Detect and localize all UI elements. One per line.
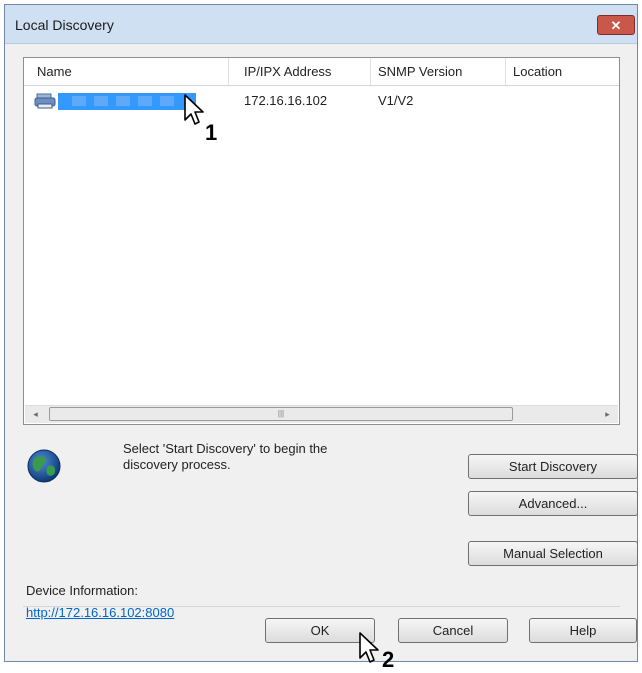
scroll-right-icon[interactable]: ▸ [599,406,616,423]
scroll-grip-icon: ||| [277,409,285,418]
manual-selection-button[interactable]: Manual Selection [468,541,638,566]
window-title: Local Discovery [15,17,114,33]
column-ip-address[interactable]: IP/IPX Address [237,58,371,85]
list-header: Name IP/IPX Address SNMP Version Locatio… [24,58,619,86]
column-snmp-version[interactable]: SNMP Version [371,58,506,85]
device-ip-address: 172.16.16.102 [244,93,328,108]
column-name[interactable]: Name [30,58,229,85]
printer-icon [34,93,56,109]
device-information-label: Device Information: [26,583,138,598]
horizontal-scrollbar[interactable]: ◂ ||| ▸ [25,405,618,423]
step-1-label: 1 [205,120,218,145]
scroll-left-icon[interactable]: ◂ [27,406,44,423]
help-button[interactable]: Help [529,618,637,643]
selected-device-name[interactable] [58,93,196,110]
column-location[interactable]: Location [506,58,619,85]
device-information-link[interactable]: http://172.16.16.102:8080 [26,605,174,620]
globe-icon [27,449,61,483]
status-message: Select 'Start Discovery' to begin the di… [123,441,328,472]
device-list[interactable]: Name IP/IPX Address SNMP Version Locatio… [23,57,620,425]
local-discovery-dialog: Local Discovery ✕ Name IP/IPX Address SN… [4,4,638,662]
device-snmp-version: V1/V2 [378,93,414,108]
start-discovery-button[interactable]: Start Discovery [468,454,638,479]
device-row[interactable]: 172.16.16.102 V1/V2 [24,90,619,112]
advanced-button[interactable]: Advanced... [468,491,638,516]
title-bar: Local Discovery ✕ [5,5,637,44]
cursor-arrow-icon [184,94,204,125]
step-2-label: 2 [382,647,395,672]
separator [23,606,620,607]
cursor-arrow-icon [359,632,379,663]
cancel-button[interactable]: Cancel [398,618,508,643]
close-button[interactable]: ✕ [597,15,635,35]
close-icon: ✕ [610,18,622,33]
scroll-thumb[interactable]: ||| [49,407,513,421]
